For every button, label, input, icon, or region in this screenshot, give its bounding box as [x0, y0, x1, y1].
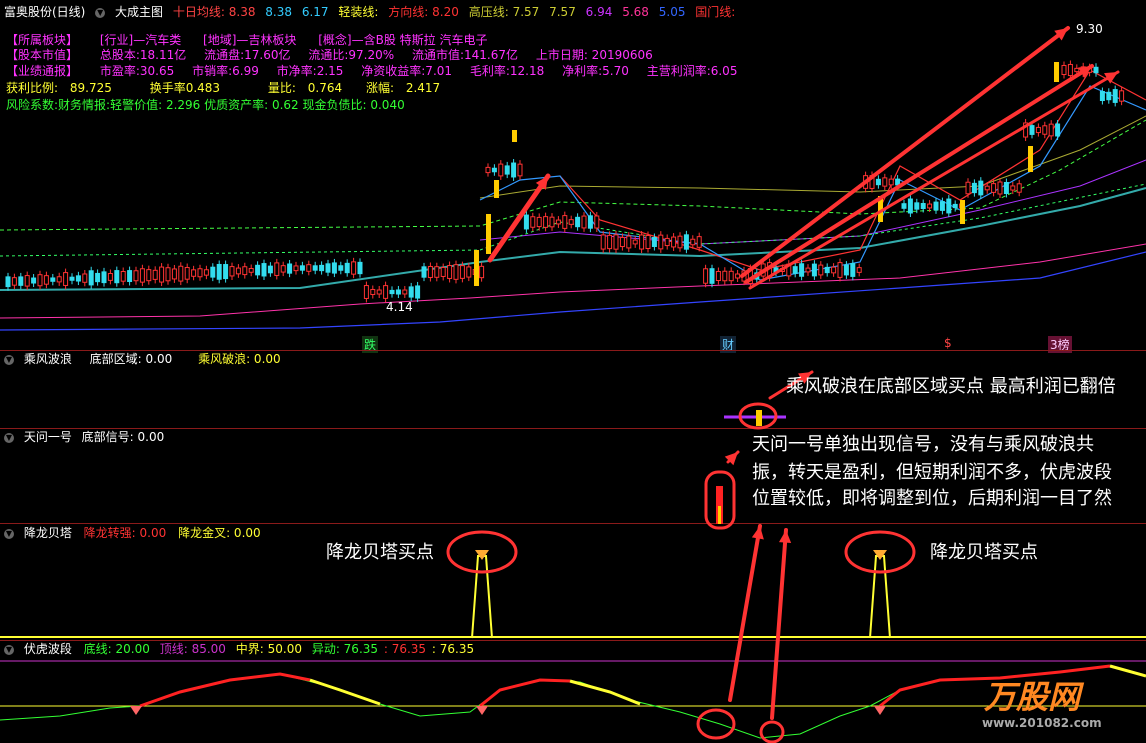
annotation-cfpl: 乘风破浪在底部区域买点 最高利润已翻倍 [786, 376, 1116, 397]
watermark-brand: 万股网 [984, 678, 1081, 716]
watermark-url: www.201082.com [982, 716, 1102, 730]
fhbd-circle-2 [759, 720, 785, 743]
annotation-twyh-1: 天问一号单独出现信号，没有与乘风破浪共 [752, 434, 1094, 455]
diamond-icon [130, 706, 142, 715]
fhbd-red-segment [139, 672, 311, 708]
red-arrow-head [724, 452, 738, 466]
fhbd-circle-1 [696, 708, 736, 740]
red-arrow [728, 524, 762, 702]
xlbt-spike [471, 555, 493, 639]
diamond-icon [476, 706, 488, 715]
fhbd-yellow-segment [569, 679, 641, 706]
fhbd-wave [0, 665, 1146, 739]
xlbt-spike [869, 555, 891, 639]
twyh-signal-mark [718, 506, 721, 524]
cfpl-signal-mark [756, 410, 762, 426]
annotation-xlbt-1: 降龙贝塔买点 [326, 542, 434, 563]
annotation-xlbt-2: 降龙贝塔买点 [930, 542, 1038, 563]
red-arrow-head [778, 530, 792, 544]
fhbd-yellow-segment [309, 678, 381, 706]
fhbd-red-segment [479, 678, 571, 708]
annotation-twyh-2: 振，转天是盈利，但短期利润不多，伏虎波段 [752, 462, 1112, 483]
indicator-panels [0, 370, 1146, 743]
red-arrow [770, 528, 788, 720]
annotation-twyh-3: 位置较低，即将调整到位，后期利润一目了然 [752, 488, 1112, 509]
diamond-icon [874, 706, 886, 715]
fhbd-yellow-segment [1109, 664, 1146, 678]
